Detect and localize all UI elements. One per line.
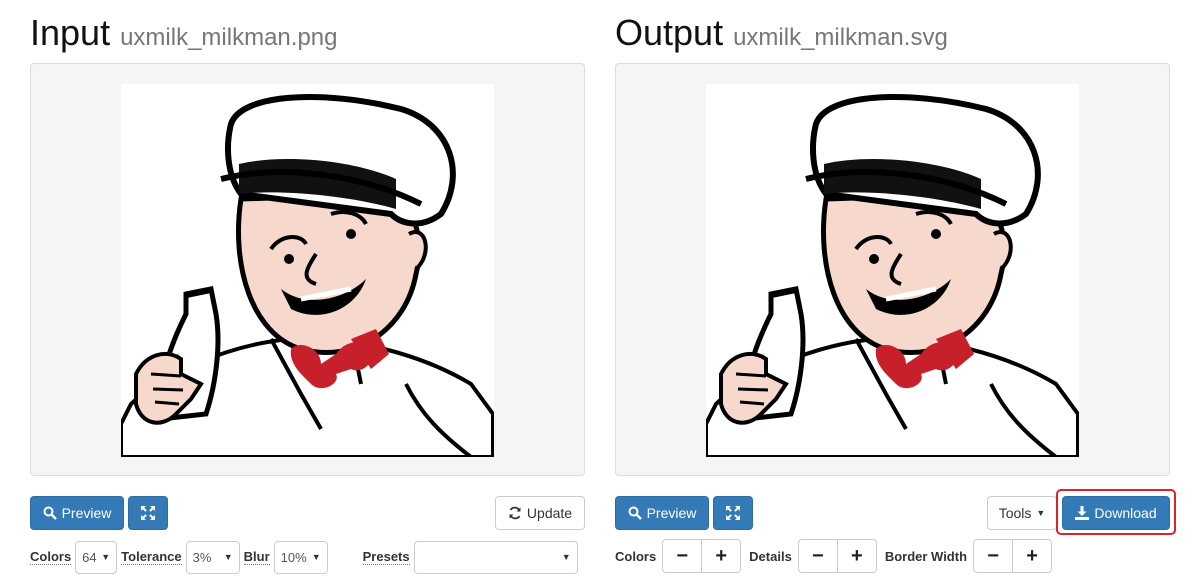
output-controls: Colors − + Details − + Border Width − +	[615, 539, 1053, 573]
colors-select[interactable]: 64 ▼	[75, 540, 118, 574]
details-label: Details	[749, 548, 792, 564]
caret-down-icon: ▼	[101, 552, 111, 562]
caret-down-icon: ▼	[311, 552, 321, 562]
presets-label: Presets	[362, 549, 410, 565]
input-filename: uxmilk_milkman.png	[120, 24, 338, 51]
blur-value: 10%	[280, 549, 307, 565]
details-plus-button[interactable]: +	[836, 539, 877, 573]
border-width-label: Border Width	[884, 548, 968, 564]
input-viewer	[30, 63, 585, 476]
border-width-minus-button[interactable]: −	[973, 539, 1014, 573]
output-filename: uxmilk_milkman.svg	[733, 24, 948, 51]
update-button[interactable]: Update	[495, 496, 585, 530]
input-title: Input	[30, 12, 111, 53]
minus-icon: −	[676, 544, 689, 567]
plus-icon: +	[850, 544, 863, 567]
tolerance-value: 3%	[192, 549, 212, 565]
output-preview-button[interactable]: Preview	[615, 496, 709, 530]
tools-dropdown-button[interactable]: Tools ▼	[987, 496, 1057, 530]
minus-icon: −	[811, 544, 824, 567]
tolerance-select[interactable]: 3% ▼	[185, 540, 240, 574]
border-width-plus-button[interactable]: +	[1012, 539, 1053, 573]
input-fullscreen-button[interactable]	[128, 496, 168, 530]
colors-label: Colors	[30, 549, 72, 565]
plus-icon: +	[1026, 544, 1038, 567]
colors-minus-button[interactable]: −	[662, 539, 703, 573]
search-icon	[43, 506, 57, 520]
tools-label: Tools	[998, 505, 1032, 521]
search-icon	[628, 506, 642, 520]
caret-down-icon: ▼	[223, 552, 233, 562]
update-label: Update	[526, 505, 573, 521]
colors-plus-button[interactable]: +	[701, 539, 742, 573]
output-header: Output uxmilk_milkman.svg	[615, 12, 948, 56]
output-preview-label: Preview	[646, 505, 697, 521]
tolerance-label: Tolerance	[121, 549, 182, 565]
output-viewer	[615, 63, 1170, 476]
caret-down-icon: ▼	[561, 552, 571, 562]
output-colors-label: Colors	[615, 548, 657, 564]
input-controls: Colors 64 ▼ Tolerance 3% ▼ Blur 10% ▼ Pr…	[30, 540, 578, 574]
output-fullscreen-button[interactable]	[713, 496, 753, 530]
input-panel: Input uxmilk_milkman.png Preview Update …	[30, 0, 585, 586]
caret-down-icon: ▼	[1036, 508, 1046, 518]
blur-label: Blur	[243, 549, 270, 565]
plus-icon: +	[715, 544, 728, 567]
download-highlight	[1056, 489, 1176, 535]
expand-icon	[726, 506, 740, 520]
presets-select[interactable]: ▼	[413, 540, 578, 574]
input-image	[121, 84, 494, 457]
blur-select[interactable]: 10% ▼	[273, 540, 328, 574]
refresh-icon	[508, 506, 522, 520]
input-header: Input uxmilk_milkman.png	[30, 12, 337, 56]
input-preview-label: Preview	[61, 505, 112, 521]
input-preview-button[interactable]: Preview	[30, 496, 124, 530]
output-title: Output	[615, 12, 724, 53]
colors-value: 64	[82, 549, 97, 565]
minus-icon: −	[987, 544, 999, 567]
expand-icon	[141, 506, 155, 520]
output-image	[706, 84, 1079, 457]
details-minus-button[interactable]: −	[797, 539, 838, 573]
